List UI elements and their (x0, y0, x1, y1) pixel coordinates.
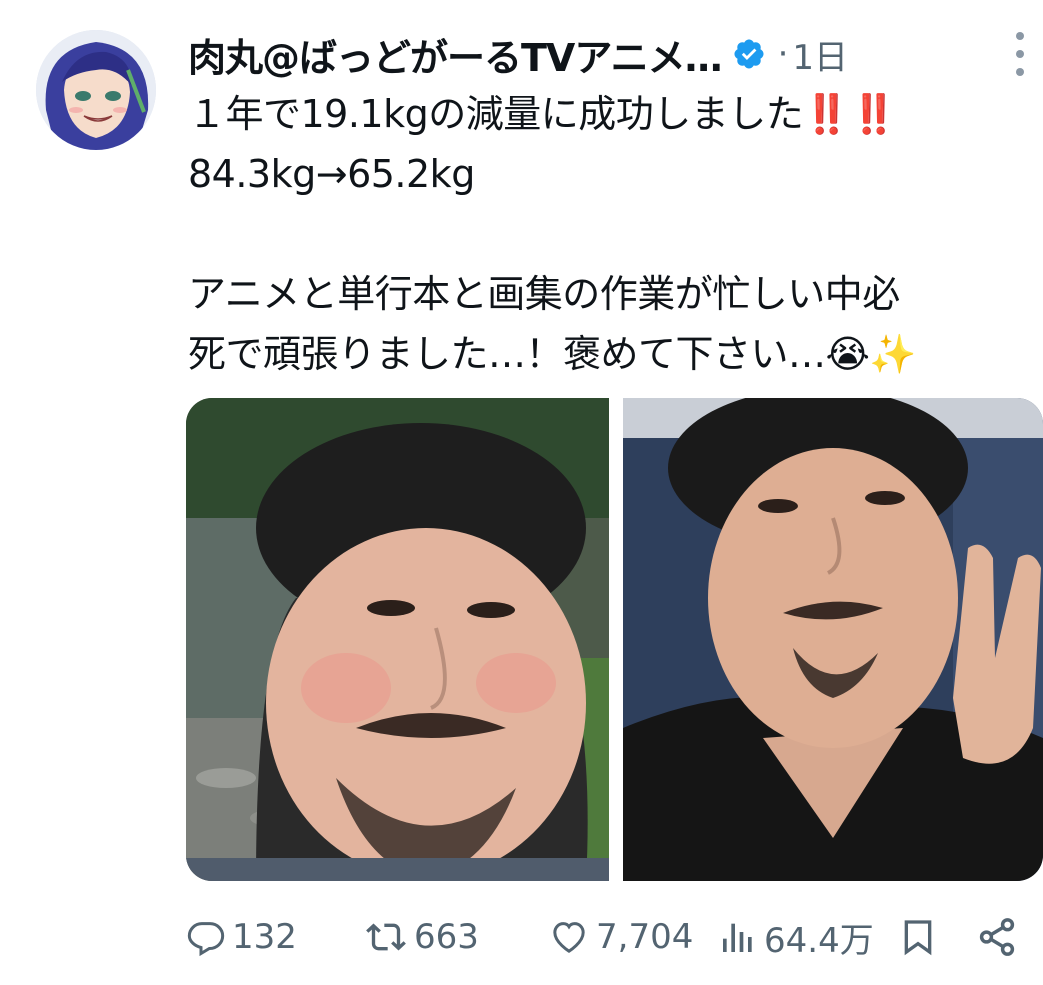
tweet-line-1: １年で19.1kgの減量に成功しました‼️‼️ (188, 92, 897, 136)
crying-sparkles-emoji: 😭✨ (825, 332, 917, 376)
tweet-blank-line (188, 204, 1028, 264)
share-button[interactable] (976, 905, 1018, 969)
display-name[interactable]: 肉丸@ばっどがーるTVアニメ… (188, 27, 723, 82)
timestamp[interactable]: 1日 (792, 30, 848, 79)
views-count: 64.4万 (764, 920, 874, 961)
tweet-line-4: 死で頑張りました…！褒めて下さい…😭✨ (188, 332, 917, 376)
tweet-text: １年で19.1kgの減量に成功しました‼️‼️ 84.3kg→65.2kg アニ… (188, 84, 1028, 384)
share-icon (979, 918, 1015, 956)
avatar[interactable] (36, 30, 156, 150)
views-chart-icon (723, 923, 752, 952)
tweet-line-3: アニメと単行本と画集の作業が忙しい中必 (188, 272, 900, 316)
before-photo[interactable] (186, 398, 609, 881)
bookmark-button[interactable] (898, 905, 938, 969)
avatar-illustration (36, 30, 156, 150)
tweet-line-2: 84.3kg→65.2kg (188, 152, 475, 196)
time-separator: · (777, 34, 789, 74)
bookmark-icon (904, 920, 932, 956)
reply-icon (187, 922, 225, 957)
like-button[interactable]: 7,704 (548, 905, 693, 969)
action-bar: 132 663 7,704 64.4万 (186, 905, 1026, 969)
heart-icon (553, 922, 585, 953)
tweet-header: 肉丸@ばっどがーるTVアニメ… · 1日 (188, 30, 848, 80)
verified-badge-icon[interactable] (732, 37, 766, 71)
retweet-count: 663 (414, 917, 479, 957)
more-options-icon[interactable] (1009, 32, 1031, 76)
like-count: 7,704 (596, 917, 694, 957)
retweet-icon (366, 923, 406, 951)
after-photo[interactable] (623, 398, 1043, 881)
views-button[interactable]: 64.4万 (718, 905, 874, 969)
retweet-button[interactable]: 663 (364, 905, 479, 969)
reply-button[interactable]: 132 (186, 905, 297, 969)
tweet-media[interactable] (186, 398, 1043, 881)
reply-count: 132 (232, 917, 297, 957)
double-exclamation-emoji: ‼️‼️ (803, 92, 897, 136)
